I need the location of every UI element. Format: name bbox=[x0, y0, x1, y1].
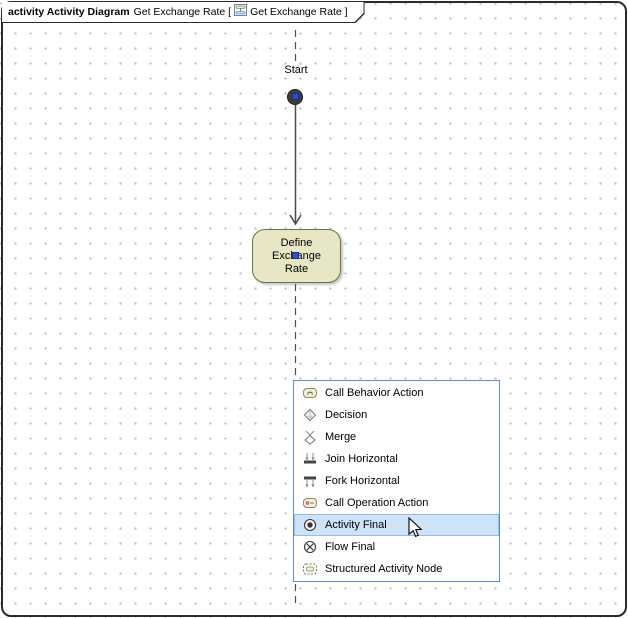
menu-item-join-horizontal[interactable]: Join Horizontal bbox=[294, 448, 499, 470]
menu-item-merge[interactable]: Merge bbox=[294, 426, 499, 448]
context-menu: Call Behavior Action Decision Merge bbox=[293, 380, 500, 582]
activity-final-icon bbox=[294, 517, 325, 533]
frame-header-keyword: activity Activity Diagram bbox=[8, 6, 130, 18]
menu-item-decision[interactable]: Decision bbox=[294, 404, 499, 426]
menu-item-label: Call Operation Action bbox=[325, 497, 428, 509]
join-horizontal-icon bbox=[294, 451, 325, 467]
flow-final-icon bbox=[294, 539, 325, 555]
menu-item-label: Call Behavior Action bbox=[325, 387, 423, 399]
menu-item-structured-activity-node[interactable]: Structured Activity Node bbox=[294, 558, 499, 580]
menu-item-label: Join Horizontal bbox=[325, 453, 398, 465]
decision-icon bbox=[294, 407, 325, 423]
selection-handle-action[interactable] bbox=[292, 252, 299, 259]
diagram-canvas[interactable]: activity Activity Diagram Get Exchange R… bbox=[0, 0, 628, 618]
menu-item-label: Flow Final bbox=[325, 541, 375, 553]
menu-item-flow-final[interactable]: Flow Final bbox=[294, 536, 499, 558]
menu-item-label: Decision bbox=[325, 409, 367, 421]
diagram-frame-header[interactable]: activity Activity Diagram Get Exchange R… bbox=[2, 2, 365, 23]
frame-header-title: Get Exchange Rate [ bbox=[134, 6, 231, 18]
frame-header-text: activity Activity Diagram Get Exchange R… bbox=[2, 2, 364, 22]
menu-item-call-behavior-action[interactable]: Call Behavior Action bbox=[294, 382, 499, 404]
menu-item-call-operation-action[interactable]: Call Operation Action bbox=[294, 492, 499, 514]
menu-item-fork-horizontal[interactable]: Fork Horizontal bbox=[294, 470, 499, 492]
structured-activity-node-icon bbox=[294, 561, 325, 577]
start-node-label: Start bbox=[265, 64, 327, 76]
menu-item-label: Merge bbox=[325, 431, 356, 443]
menu-item-label: Fork Horizontal bbox=[325, 475, 400, 487]
menu-item-label: Activity Final bbox=[325, 519, 387, 531]
fork-horizontal-icon bbox=[294, 473, 325, 489]
menu-item-label: Structured Activity Node bbox=[325, 563, 442, 575]
menu-item-activity-final[interactable]: Activity Final bbox=[294, 514, 499, 536]
call-behavior-action-icon bbox=[294, 385, 325, 401]
selection-handle-start[interactable] bbox=[292, 93, 299, 100]
frame-header-ref: Get Exchange Rate ] bbox=[250, 6, 347, 18]
arrowhead-icon bbox=[290, 215, 301, 224]
activity-diagram-icon bbox=[234, 4, 247, 19]
merge-icon bbox=[294, 429, 325, 445]
call-operation-action-icon bbox=[294, 495, 325, 511]
